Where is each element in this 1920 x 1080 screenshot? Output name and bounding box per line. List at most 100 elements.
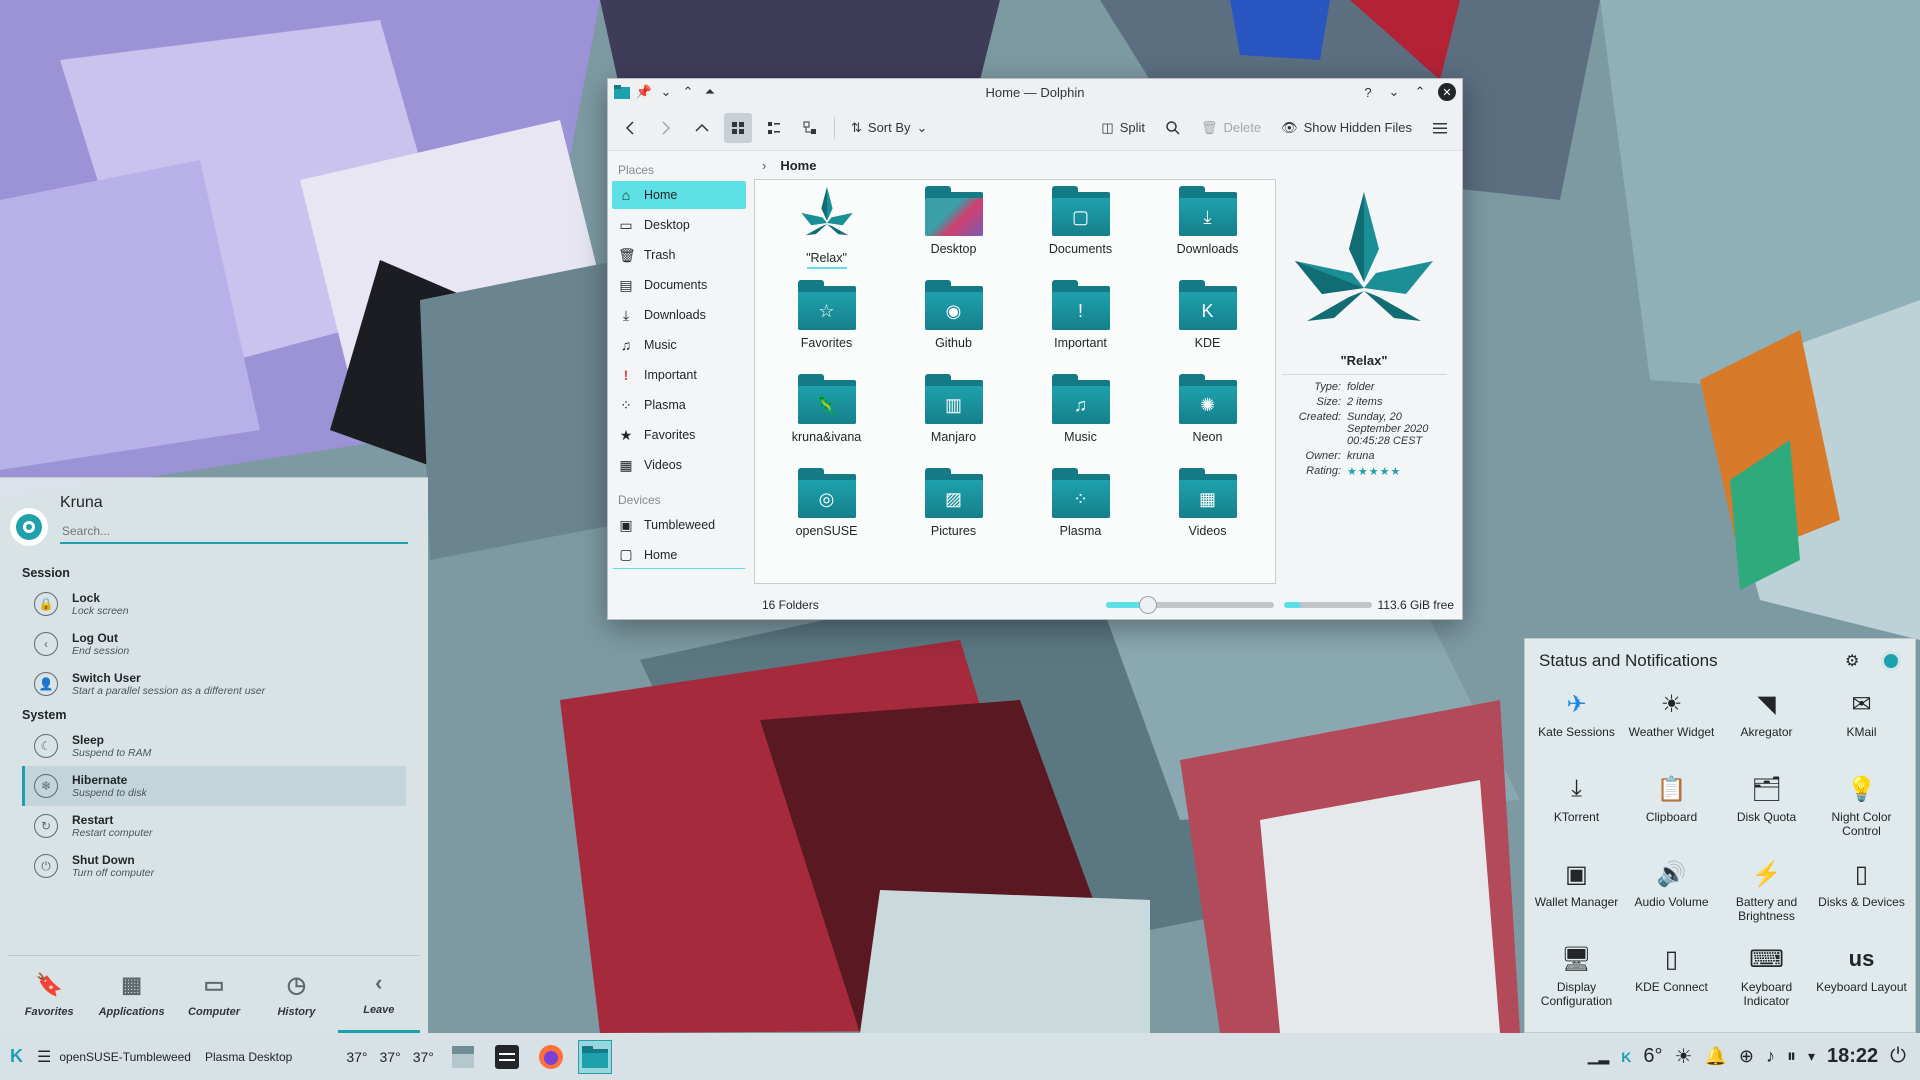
rating-stars[interactable]: ★★★★★	[1347, 465, 1449, 478]
weather-temp[interactable]: 6°	[1643, 1045, 1662, 1068]
place-favorites[interactable]: ★ Favorites	[612, 421, 746, 449]
keep-above-icon[interactable]: ⌃	[680, 84, 696, 100]
zoom-slider-handle[interactable]	[1138, 596, 1157, 614]
file-item[interactable]: ▢ Documents	[1017, 186, 1144, 280]
desktop-label[interactable]: Plasma Desktop	[205, 1050, 292, 1064]
file-item[interactable]: ▥ Manjaro	[890, 374, 1017, 468]
place-videos[interactable]: ▦ Videos	[612, 451, 746, 479]
applet-battery-and-brightness[interactable]: ⚡ Battery and Brightness	[1719, 853, 1814, 938]
back-button[interactable]	[616, 113, 644, 143]
applet-audio-volume[interactable]: 🔊 Audio Volume	[1624, 853, 1719, 938]
leave-sleep-button[interactable]: ☾ Sleep Suspend to RAM	[22, 726, 406, 766]
delete-button[interactable]: 🗑 Delete	[1195, 113, 1267, 143]
applet-disk-quota[interactable]: 🗂 Disk Quota	[1719, 768, 1814, 853]
file-item[interactable]: ◎ openSUSE	[763, 468, 890, 562]
temp-sensor-1[interactable]: 37°	[346, 1049, 367, 1065]
minimize-icon[interactable]: ⌄	[1386, 84, 1402, 100]
search-button[interactable]	[1159, 113, 1187, 143]
avatar[interactable]	[10, 508, 48, 546]
file-item[interactable]: K KDE	[1144, 280, 1271, 374]
applet-disks-devices[interactable]: ▯ Disks & Devices	[1814, 853, 1909, 938]
kde-menu-button[interactable]: K	[10, 1046, 23, 1067]
place-trash[interactable]: 🗑 Trash	[612, 241, 746, 269]
show-hidden-files-button[interactable]: 👁 Show Hidden Files	[1275, 113, 1418, 143]
tab-favorites[interactable]: 🔖 Favorites	[8, 956, 90, 1033]
power-icon[interactable]: ⏻	[1890, 1045, 1906, 1068]
configure-icon[interactable]: ⚙	[1845, 651, 1867, 671]
tab-history[interactable]: ◷ History	[255, 956, 337, 1033]
zoom-slider[interactable]	[1105, 596, 1274, 614]
shade-down-icon[interactable]: ⌄	[658, 84, 674, 100]
distro-widget[interactable]: ☰ openSUSE-Tumbleweed	[37, 1047, 191, 1067]
hamburger-menu-button[interactable]	[1426, 113, 1454, 143]
updates-icon[interactable]: ⊕	[1739, 1046, 1754, 1067]
applet-keyboard-layout[interactable]: us Keyboard Layout	[1814, 938, 1909, 1023]
title-bar[interactable]: 📌 ⌄ ⌃ ⏶ Home — Dolphin ? ⌄ ⌃ ✕	[608, 79, 1462, 105]
breadcrumb-home[interactable]: Home	[780, 158, 816, 173]
leave-shut-down-button[interactable]: ⏻ Shut Down Turn off computer	[22, 846, 406, 886]
volume-icon[interactable]: ♪	[1766, 1046, 1775, 1067]
applet-weather-widget[interactable]: ☀ Weather Widget	[1624, 683, 1719, 768]
applet-kate-sessions[interactable]: ✈ Kate Sessions	[1529, 683, 1624, 768]
search-input[interactable]	[60, 520, 408, 544]
folder-app-icon[interactable]	[614, 84, 630, 100]
task-window-1[interactable]	[446, 1040, 480, 1074]
maximize-icon[interactable]: ⌃	[1412, 84, 1428, 100]
file-item[interactable]: 🦎 kruna&ivana	[763, 374, 890, 468]
place-home[interactable]: ⌂ Home	[612, 181, 746, 209]
temp-sensor-3[interactable]: 37°	[413, 1049, 434, 1065]
leave-switch-user-button[interactable]: 👤 Switch User Start a parallel session as …	[22, 664, 406, 704]
media-pause-icon[interactable]: ⏸	[1787, 1046, 1796, 1067]
temp-sensor-2[interactable]: 37°	[380, 1049, 401, 1065]
file-item[interactable]: ⁘ Plasma	[1017, 468, 1144, 562]
keep-top-icon[interactable]: ⏶	[702, 84, 718, 100]
forward-button[interactable]	[652, 113, 680, 143]
applet-keyboard-indicator[interactable]: ⌨ Keyboard Indicator	[1719, 938, 1814, 1023]
dolphin-task[interactable]	[577, 1039, 612, 1074]
notifications-bell-icon[interactable]: 🔔	[1704, 1046, 1726, 1067]
file-item[interactable]: ◉ Github	[890, 280, 1017, 374]
task-window-2[interactable]	[490, 1040, 524, 1074]
applet-clipboard[interactable]: 📋 Clipboard	[1624, 768, 1719, 853]
applet-wallet-manager[interactable]: ▣ Wallet Manager	[1529, 853, 1624, 938]
split-button[interactable]: ◫ Split	[1095, 113, 1151, 143]
applet-akregator[interactable]: ◥ Akregator	[1719, 683, 1814, 768]
file-item[interactable]: ✺ Neon	[1144, 374, 1271, 468]
icons-view-button[interactable]	[724, 112, 752, 143]
applet-ktorrent[interactable]: ⤓ KTorrent	[1529, 768, 1624, 853]
help-icon[interactable]: ?	[1360, 84, 1376, 100]
leave-lock-button[interactable]: 🔒 Lock Lock screen	[22, 584, 406, 624]
clock[interactable]: 18:22	[1827, 1045, 1878, 1068]
file-item[interactable]: "Relax"	[763, 186, 890, 280]
details-view-button[interactable]	[796, 113, 824, 143]
sort-by-button[interactable]: ⇅ Sort By ⌄	[845, 113, 933, 143]
file-item[interactable]: ☆ Favorites	[763, 280, 890, 374]
weather-sun-icon[interactable]: ☀	[1675, 1044, 1693, 1069]
pin-icon[interactable]: 📌	[636, 84, 652, 100]
place-desktop[interactable]: ▭ Desktop	[612, 211, 746, 239]
pin-button[interactable]	[1881, 651, 1901, 671]
file-item[interactable]: ⤓ Downloads	[1144, 186, 1271, 280]
file-item[interactable]: ▨ Pictures	[890, 468, 1017, 562]
tab-computer[interactable]: ▭ Computer	[173, 956, 255, 1033]
leave-hibernate-button[interactable]: ❄ Hibernate Suspend to disk	[22, 766, 406, 806]
place-documents[interactable]: ▤ Documents	[612, 271, 746, 299]
kde-connect-tray-icon[interactable]: K	[1621, 1049, 1631, 1065]
leave-log-out-button[interactable]: ‹ Log Out End session	[22, 624, 406, 664]
place-important[interactable]: ! Important	[612, 361, 746, 389]
close-icon[interactable]: ✕	[1438, 83, 1456, 101]
disk-activity-icon[interactable]: ▁▂	[1588, 1048, 1610, 1065]
applet-kde-connect[interactable]: ▯ KDE Connect	[1624, 938, 1719, 1023]
file-item[interactable]: ▦ Videos	[1144, 468, 1271, 562]
place-plasma[interactable]: ⁘ Plasma	[612, 391, 746, 419]
applet-display-configuration[interactable]: 🖥 Display Configuration	[1529, 938, 1624, 1023]
device-home[interactable]: ▢ Home	[612, 541, 746, 569]
applet-kmail[interactable]: ✉ KMail	[1814, 683, 1909, 768]
compact-view-button[interactable]	[760, 113, 788, 143]
place-downloads[interactable]: ⤓ Downloads	[612, 301, 746, 329]
file-item[interactable]: Desktop	[890, 186, 1017, 280]
tab-applications[interactable]: ▦ Applications	[90, 956, 172, 1033]
firefox-task[interactable]	[534, 1040, 568, 1074]
file-item[interactable]: ! Important	[1017, 280, 1144, 374]
applet-night-color-control[interactable]: 💡 Night Color Control	[1814, 768, 1909, 853]
